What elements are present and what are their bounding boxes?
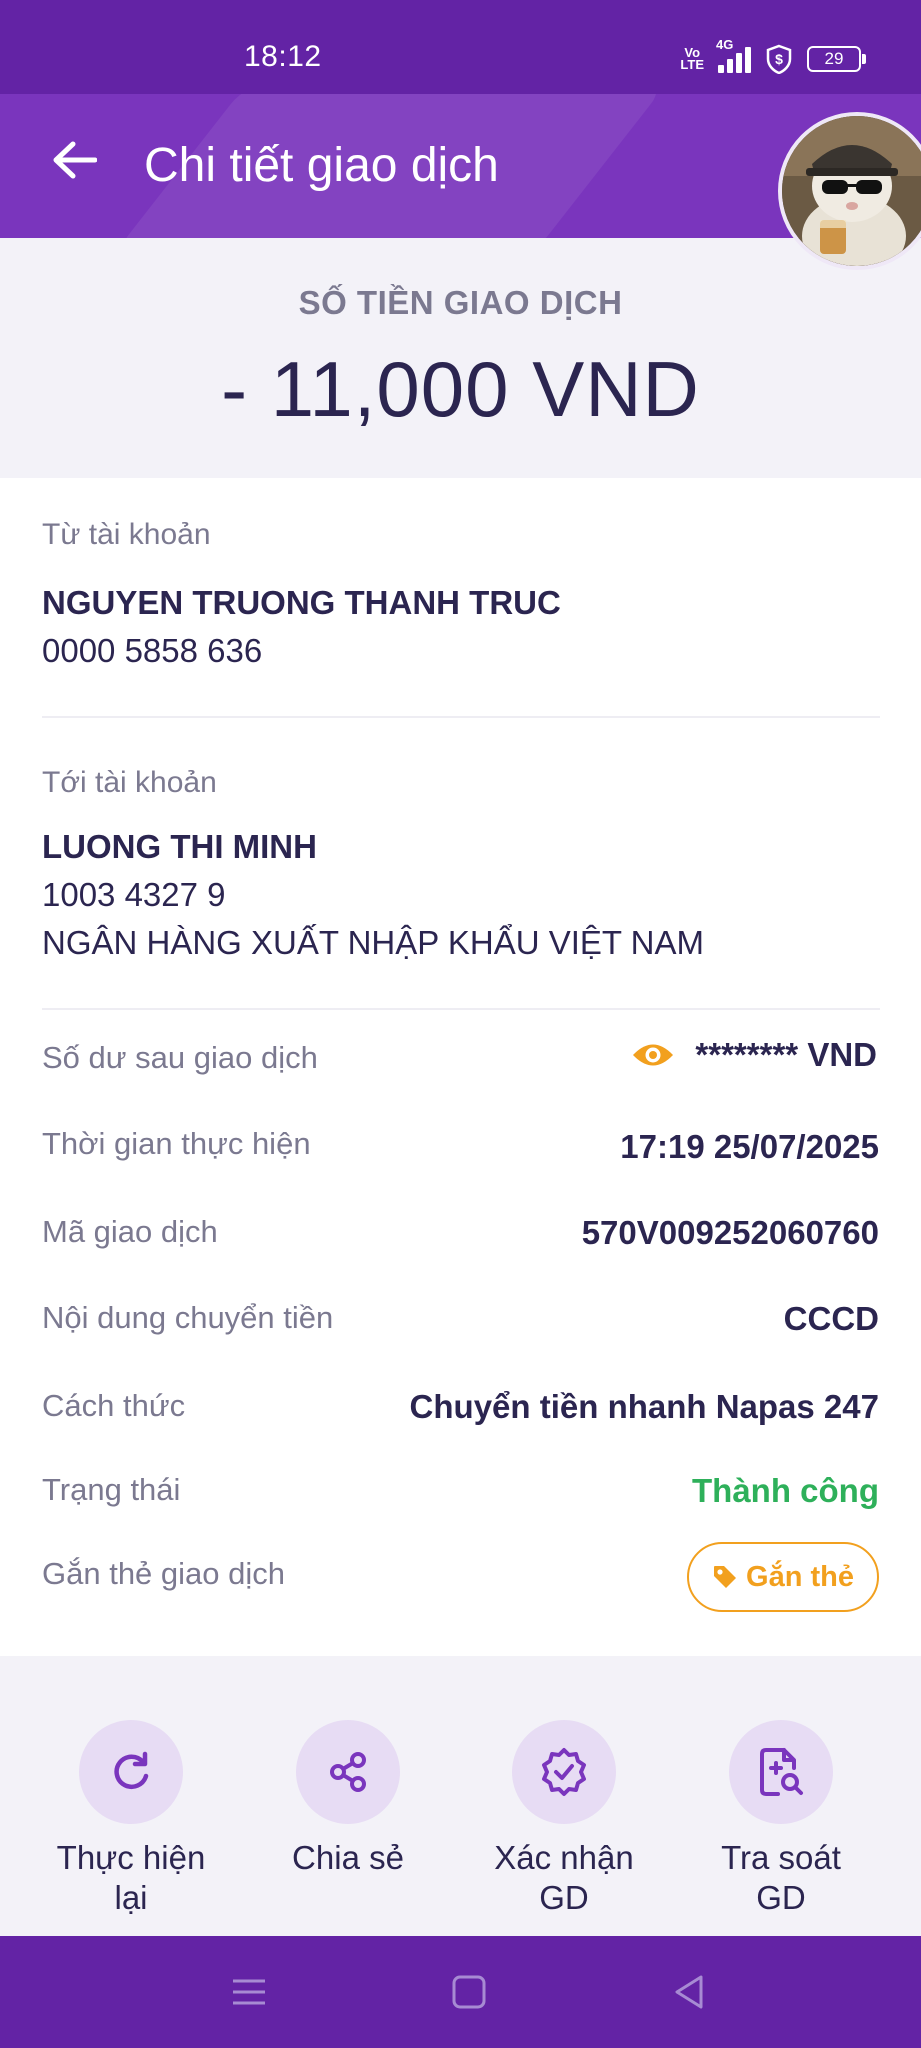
back-triangle-icon[interactable] xyxy=(669,1972,709,2012)
action-bar: Thực hiện lại Chia sẻ Xác nhận GD Tra so… xyxy=(0,1656,921,1936)
confirm-transaction-label: Xác nhận GD xyxy=(464,1838,664,1918)
inquiry-transaction-button[interactable]: Tra soát GD xyxy=(681,1720,881,1918)
status-icons: Vo LTE 4G $ 29 xyxy=(680,37,866,74)
shield-dollar-icon: $ xyxy=(766,44,792,74)
volte-icon: Vo LTE xyxy=(680,46,704,72)
transaction-code-value: 570V009252060760 xyxy=(581,1214,879,1251)
from-account-number: 0000 5858 636 xyxy=(42,632,263,669)
to-account-label: Tới tài khoản xyxy=(42,766,217,799)
signal-icon: 4G xyxy=(716,37,751,73)
action-circle xyxy=(512,1720,616,1824)
document-search-icon xyxy=(760,1748,803,1796)
content-label: Nội dung chuyển tiền xyxy=(42,1300,334,1335)
action-label-line: lại xyxy=(114,1879,148,1916)
toggle-balance-button[interactable] xyxy=(631,1040,675,1070)
share-icon xyxy=(330,1752,366,1792)
menu-icon[interactable] xyxy=(229,1972,269,2012)
retry-action-button[interactable]: Thực hiện lại xyxy=(31,1720,231,1918)
time-label: Thời gian thực hiện xyxy=(42,1126,311,1161)
confirm-transaction-button[interactable]: Xác nhận GD xyxy=(464,1720,664,1918)
svg-text:$: $ xyxy=(775,51,783,67)
tag-label: Gắn thẻ giao dịch xyxy=(42,1556,286,1591)
method-value: Chuyển tiền nhanh Napas 247 xyxy=(409,1388,879,1425)
volte-bottom-text: LTE xyxy=(680,57,704,72)
action-circle xyxy=(729,1720,833,1824)
action-label-line: GD xyxy=(539,1879,589,1916)
signal-bar xyxy=(745,47,751,73)
retry-action-label: Thực hiện lại xyxy=(31,1838,231,1918)
action-label-line: Thực hiện xyxy=(56,1839,206,1876)
share-action-label: Chia sẻ xyxy=(248,1838,448,1878)
page-title: Chi tiết giao dịch xyxy=(144,139,499,192)
add-tag-button[interactable]: Gắn thẻ xyxy=(687,1542,879,1612)
action-label-line: GD xyxy=(756,1879,806,1916)
network-type-label: 4G xyxy=(716,37,734,52)
back-button[interactable] xyxy=(44,130,104,190)
content-value: CCCD xyxy=(783,1300,879,1337)
action-label-line: Chia sẻ xyxy=(292,1839,404,1876)
action-label-line: Xác nhận xyxy=(494,1839,634,1876)
amount-value: - 11,000 VND xyxy=(221,345,700,433)
status-value: Thành công xyxy=(692,1472,879,1509)
signal-bar xyxy=(718,65,724,73)
time-value: 17:19 25/07/2025 xyxy=(620,1128,879,1165)
system-nav-bar xyxy=(0,1936,921,2048)
method-label: Cách thức xyxy=(42,1388,186,1423)
inquiry-transaction-label: Tra soát GD xyxy=(681,1838,881,1918)
action-circle xyxy=(79,1720,183,1824)
home-icon[interactable] xyxy=(449,1972,489,2012)
from-account-label: Từ tài khoản xyxy=(42,518,211,551)
tag-icon xyxy=(714,1566,737,1588)
to-account-number: 1003 4327 9 xyxy=(42,876,226,913)
transaction-details: Từ tài khoản NGUYEN TRUONG THANH TRUC 00… xyxy=(0,478,921,1656)
verified-badge-icon xyxy=(542,1748,586,1796)
share-action-button[interactable]: Chia sẻ xyxy=(248,1720,448,1878)
divider xyxy=(42,716,880,718)
status-label: Trạng thái xyxy=(42,1472,181,1507)
battery-icon: 29 xyxy=(807,46,866,72)
balance-label: Số dư sau giao dịch xyxy=(42,1040,318,1075)
to-account-name: LUONG THI MINH xyxy=(42,828,317,865)
status-bar: 18:12 Vo LTE 4G $ 29 xyxy=(0,0,921,94)
add-tag-label: Gắn thẻ xyxy=(746,1560,854,1593)
status-time: 18:12 xyxy=(244,40,322,73)
signal-bar xyxy=(727,59,733,73)
balance-value-group: ******** VND xyxy=(631,1036,877,1074)
action-circle xyxy=(296,1720,400,1824)
eye-icon xyxy=(633,1044,674,1066)
transaction-code-label: Mã giao dịch xyxy=(42,1214,218,1249)
signal-bar xyxy=(736,53,742,73)
action-label-line: Tra soát xyxy=(721,1839,841,1876)
amount-section: SỐ TIỀN GIAO DỊCH - 11,000 VND xyxy=(0,238,921,478)
amount-label: SỐ TIỀN GIAO DỊCH xyxy=(298,284,623,321)
balance-value: ******** VND xyxy=(695,1036,877,1073)
to-account-bank: NGÂN HÀNG XUẤT NHẬP KHẨU VIỆT NAM xyxy=(42,924,704,961)
divider xyxy=(42,1008,880,1010)
repeat-icon xyxy=(114,1751,149,1790)
arrow-left-icon xyxy=(53,141,97,179)
cat-avatar-image xyxy=(782,116,921,266)
from-account-name: NGUYEN TRUONG THANH TRUC xyxy=(42,584,561,621)
